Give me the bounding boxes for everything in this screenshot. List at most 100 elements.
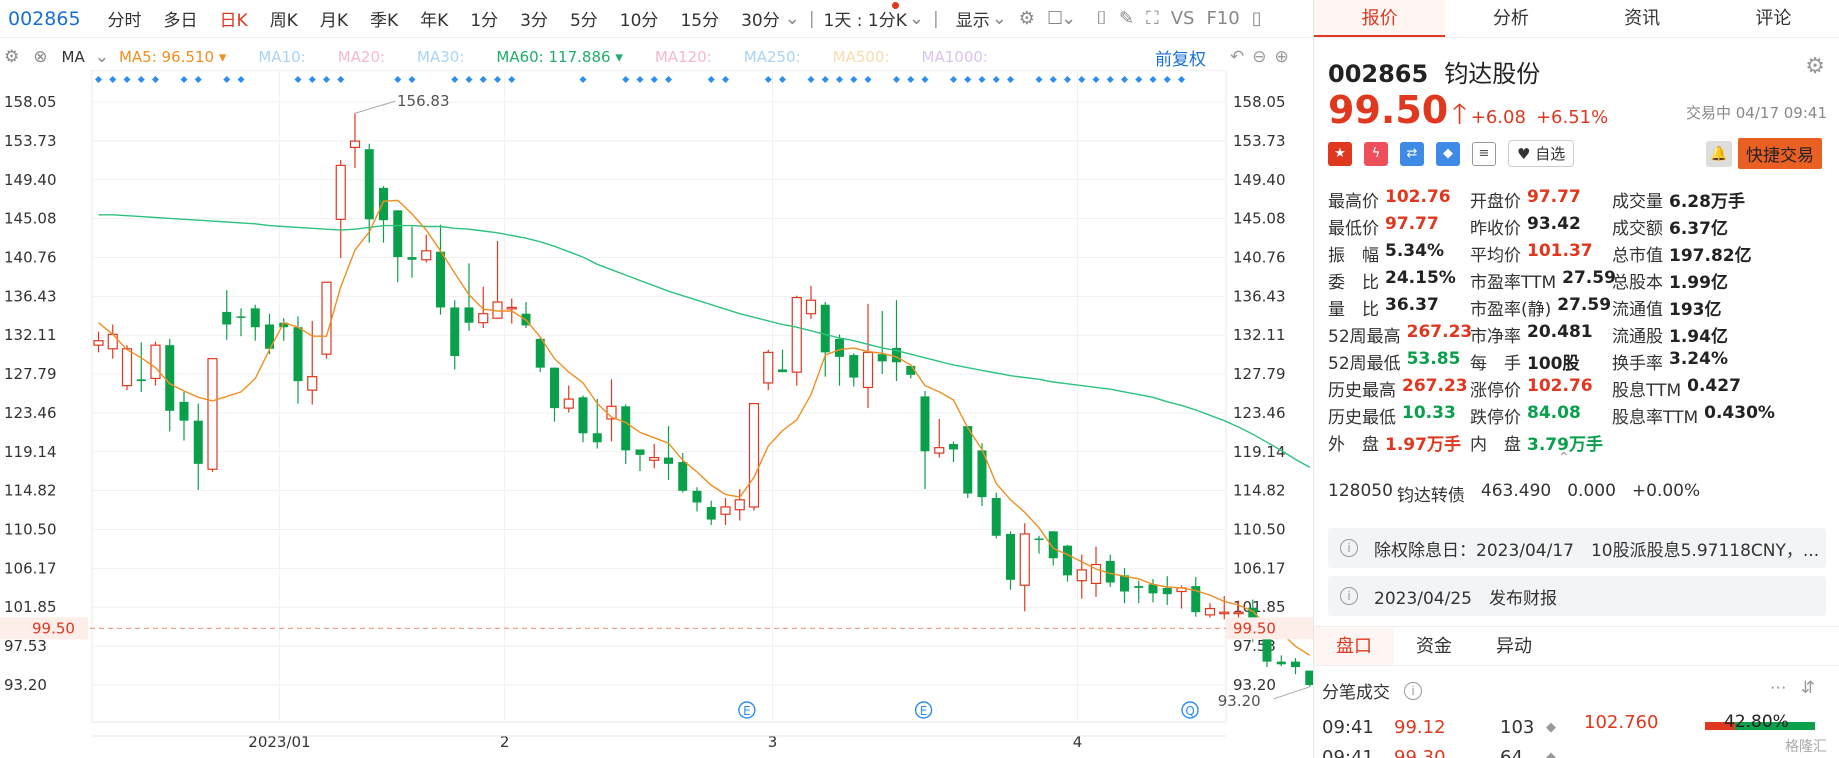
pencil-icon[interactable]: ✎ — [1119, 8, 1134, 29]
period-tab[interactable]: 5分 — [570, 6, 598, 31]
period-tab[interactable]: 30分 — [741, 6, 780, 31]
event-dot[interactable] — [622, 76, 630, 83]
lightning-icon[interactable]: ϟ — [1364, 141, 1388, 166]
candle-body[interactable] — [1162, 587, 1172, 595]
candle-body[interactable] — [949, 444, 958, 450]
event-dot[interactable] — [223, 76, 231, 83]
candle-body[interactable] — [136, 379, 146, 382]
candle-body[interactable] — [1148, 584, 1158, 594]
candle-body[interactable] — [1019, 533, 1030, 586]
candle-body[interactable] — [991, 498, 1001, 536]
candle-body[interactable] — [464, 307, 474, 323]
event-dot[interactable] — [1064, 76, 1071, 83]
candle-body[interactable] — [193, 420, 203, 464]
candle-body[interactable] — [293, 327, 303, 382]
candle-body[interactable] — [835, 338, 844, 357]
fullscreen-icon[interactable]: ⛶ — [1146, 8, 1159, 29]
event-dot[interactable] — [722, 76, 729, 83]
settings-icon[interactable]: ⚙ — [1805, 54, 1825, 79]
candle-body[interactable] — [791, 296, 802, 373]
event-dot[interactable] — [836, 76, 843, 83]
settings-icon[interactable]: ⚙ — [4, 47, 19, 67]
candle-body[interactable] — [592, 433, 602, 443]
chevron-down-icon[interactable]: ⌄ — [785, 8, 800, 29]
event-dot[interactable] — [921, 76, 929, 83]
chevron-up-icon[interactable]: ⌃ — [1558, 450, 1570, 466]
candle-body[interactable] — [121, 348, 133, 387]
candle-body[interactable] — [1006, 533, 1015, 580]
tag-icon[interactable]: ◆ — [1436, 141, 1460, 166]
candle-body[interactable] — [934, 447, 945, 454]
candle-body[interactable] — [478, 313, 489, 324]
period-tab[interactable]: 月K — [320, 6, 348, 31]
event-dot[interactable] — [1035, 76, 1043, 83]
candle-body[interactable] — [849, 355, 859, 378]
earnings-notice[interactable]: i 2023/04/25 发布财报 — [1328, 576, 1826, 616]
candle-body[interactable] — [578, 397, 588, 434]
event-dot[interactable] — [152, 76, 159, 83]
chevron-down-icon[interactable]: ⌄ — [95, 47, 109, 67]
interval-select[interactable]: 1天 : 1分K — [824, 6, 907, 31]
period-tab[interactable]: 3分 — [520, 6, 548, 31]
event-dot[interactable] — [123, 76, 131, 83]
candle-body[interactable] — [1063, 545, 1072, 576]
candle-body[interactable] — [450, 307, 460, 356]
candle-body[interactable] — [678, 462, 688, 491]
event-dot[interactable] — [864, 76, 872, 83]
candle-body[interactable] — [1262, 639, 1272, 662]
event-dot[interactable] — [850, 76, 858, 83]
event-dot[interactable] — [992, 76, 1000, 83]
display-menu[interactable]: 显示 — [956, 6, 990, 31]
candle-body[interactable] — [635, 449, 645, 455]
candle-body[interactable] — [862, 351, 874, 389]
event-dot[interactable] — [579, 76, 587, 83]
candle-body[interactable] — [1105, 560, 1115, 583]
event-dot[interactable] — [137, 76, 145, 83]
candle-body[interactable] — [778, 369, 787, 373]
candle-body[interactable] — [535, 338, 545, 368]
quote-tab[interactable]: 报价 — [1314, 0, 1446, 37]
event-dot[interactable] — [194, 76, 202, 83]
sidebar-toggle-icon[interactable]: ▯ — [1252, 8, 1262, 29]
candle-body[interactable] — [1276, 661, 1286, 665]
bottom-tab[interactable]: 异动 — [1474, 627, 1554, 665]
candle-body[interactable] — [649, 456, 660, 461]
candle-body[interactable] — [506, 306, 517, 310]
chart-controls[interactable]: ↶⊖⊕ — [1230, 47, 1297, 67]
candle-body[interactable] — [820, 304, 830, 353]
event-dot[interactable] — [1163, 76, 1171, 83]
ma-label[interactable]: MA — [62, 48, 85, 66]
candle-body[interactable] — [963, 426, 973, 494]
chevron-down-icon[interactable]: ⌄ — [1061, 8, 1076, 29]
candle-body[interactable] — [307, 376, 318, 391]
event-dot[interactable] — [337, 76, 345, 83]
candle-body[interactable] — [550, 367, 559, 409]
candle-body[interactable] — [250, 308, 260, 328]
quote-tab[interactable]: 评论 — [1708, 0, 1839, 37]
quick-trade-button[interactable]: 快捷交易 — [1738, 138, 1822, 169]
camera-icon[interactable]: ⌷ — [1096, 8, 1107, 29]
candle-body[interactable] — [321, 281, 332, 355]
event-dot[interactable] — [764, 76, 772, 83]
event-dot[interactable] — [451, 76, 459, 83]
event-dot[interactable] — [650, 76, 658, 83]
close-icon[interactable]: ⊗ — [33, 47, 47, 67]
event-dot[interactable] — [907, 76, 915, 83]
event-dot[interactable] — [807, 76, 815, 83]
event-dot[interactable] — [494, 76, 501, 83]
event-dot[interactable] — [950, 76, 957, 83]
event-dot[interactable] — [1178, 76, 1185, 83]
candle-body[interactable] — [1120, 575, 1129, 592]
event-dot[interactable] — [1106, 76, 1114, 83]
chevron-down-icon[interactable]: ⌄ — [909, 8, 924, 29]
shuffle-icon[interactable]: ⇄ — [1400, 141, 1424, 166]
candle-body[interactable] — [1076, 569, 1087, 582]
period-tab[interactable]: 1分 — [470, 6, 498, 31]
event-dot[interactable] — [978, 76, 986, 83]
candle-body[interactable] — [1305, 670, 1313, 685]
period-tab[interactable]: 日K — [220, 6, 248, 31]
event-dot[interactable] — [1078, 76, 1086, 83]
candle-body[interactable] — [207, 358, 218, 470]
bottom-tab[interactable]: 资金 — [1394, 627, 1474, 665]
candle-body[interactable] — [393, 210, 403, 258]
